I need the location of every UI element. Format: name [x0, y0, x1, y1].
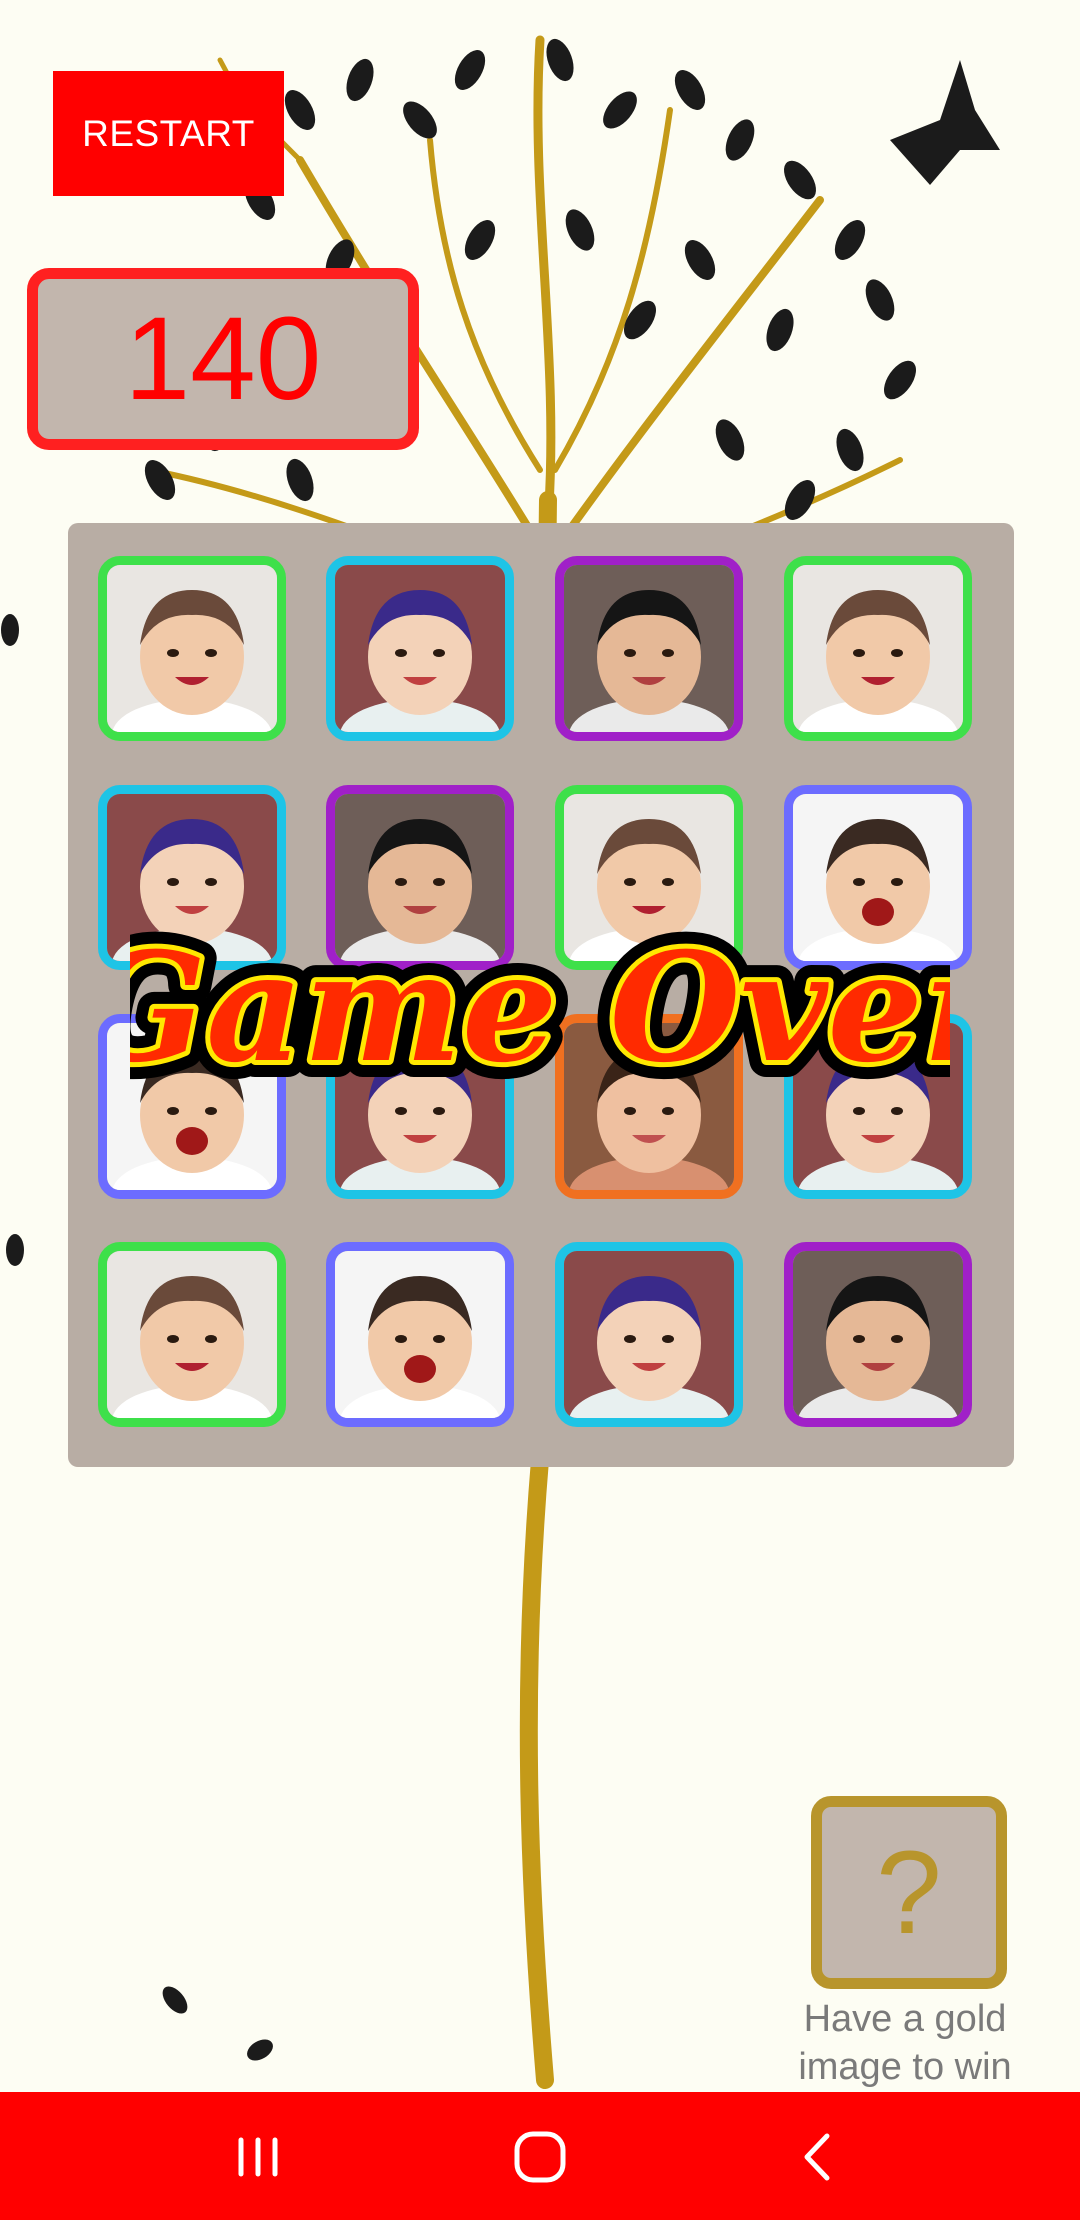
- card-tile[interactable]: [326, 1242, 514, 1427]
- game-over-text: Game Over: [130, 920, 950, 1096]
- question-mark: ?: [876, 1826, 942, 1959]
- card-tile[interactable]: [326, 556, 514, 741]
- portrait-photo: [793, 565, 963, 732]
- home-icon[interactable]: [505, 2122, 575, 2192]
- portrait-photo: [335, 565, 505, 732]
- portrait-photo: [107, 1251, 277, 1418]
- recent-apps-icon[interactable]: [223, 2122, 293, 2192]
- card-tile[interactable]: [784, 1242, 972, 1427]
- card-tile[interactable]: [555, 556, 743, 741]
- portrait-photo: [564, 565, 734, 732]
- portrait-photo: [793, 1251, 963, 1418]
- score-display: 140: [27, 268, 419, 450]
- portrait-photo: [335, 1251, 505, 1418]
- hint-text: Have a gold image to win: [798, 1998, 1012, 2088]
- portrait-photo: [107, 565, 277, 732]
- game-over-banner: Game Over Game Over Game Over: [130, 903, 950, 1113]
- card-tile[interactable]: [98, 556, 286, 741]
- card-tile[interactable]: [784, 556, 972, 741]
- portrait-photo: [564, 1251, 734, 1418]
- restart-button[interactable]: RESTART: [53, 71, 284, 196]
- card-tile[interactable]: [98, 1242, 286, 1427]
- system-nav-bar: [0, 2092, 1080, 2220]
- card-tile[interactable]: [555, 1242, 743, 1427]
- back-icon[interactable]: [785, 2122, 855, 2192]
- hint-button[interactable]: ?: [811, 1796, 1007, 1989]
- score-value: 140: [124, 293, 322, 425]
